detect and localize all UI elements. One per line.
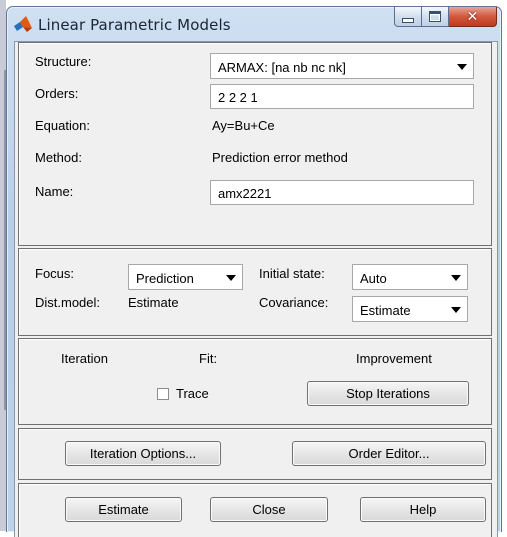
focus-value: Prediction bbox=[136, 271, 194, 286]
estimate-button[interactable]: Estimate bbox=[65, 497, 182, 522]
iteration-options-button[interactable]: Iteration Options... bbox=[65, 441, 221, 466]
focus-label: Focus: bbox=[35, 266, 75, 281]
initial-state-label: Initial state: bbox=[259, 266, 325, 281]
equation-value: Ay=Bu+Ce bbox=[212, 118, 275, 133]
order-editor-button[interactable]: Order Editor... bbox=[292, 441, 486, 466]
orders-field[interactable]: 2 2 2 1 bbox=[210, 84, 474, 109]
matlab-icon bbox=[13, 15, 33, 33]
tools-panel: Iteration Options... Order Editor... bbox=[18, 428, 492, 480]
focus-select[interactable]: Prediction bbox=[128, 264, 243, 290]
maximize-button[interactable] bbox=[422, 7, 449, 27]
maximize-icon bbox=[429, 11, 441, 22]
close-icon: ✕ bbox=[466, 8, 479, 25]
window-title: Linear Parametric Models bbox=[38, 16, 231, 34]
covariance-value: Estimate bbox=[360, 303, 411, 318]
actions-panel: Estimate Close Help bbox=[18, 483, 492, 537]
equation-label: Equation: bbox=[35, 118, 90, 133]
method-label: Method: bbox=[35, 150, 82, 165]
client-area: Structure: ARMAX: [na nb nc nk] Orders: … bbox=[14, 41, 498, 537]
structure-label: Structure: bbox=[35, 54, 92, 69]
title-bar[interactable]: Linear Parametric Models ✕ bbox=[7, 7, 501, 41]
structure-select[interactable]: ARMAX: [na nb nc nk] bbox=[210, 53, 474, 79]
iteration-panel: Iteration Fit: Improvement Trace Stop It… bbox=[18, 338, 492, 425]
minimize-button[interactable] bbox=[394, 7, 422, 27]
structure-value: ARMAX: [na nb nc nk] bbox=[218, 60, 346, 75]
close-window-button[interactable]: ✕ bbox=[449, 7, 497, 27]
name-label: Name: bbox=[35, 184, 74, 199]
trace-label: Trace bbox=[176, 386, 209, 401]
improvement-label: Improvement bbox=[356, 351, 432, 366]
iteration-label: Iteration bbox=[61, 351, 108, 366]
dist-model-label: Dist.model: bbox=[35, 295, 101, 310]
close-button[interactable]: Close bbox=[210, 497, 328, 522]
method-value: Prediction error method bbox=[212, 150, 348, 165]
caption-buttons: ✕ bbox=[394, 7, 497, 29]
initial-state-value: Auto bbox=[360, 271, 387, 286]
chevron-down-icon bbox=[451, 275, 461, 281]
covariance-select[interactable]: Estimate bbox=[352, 296, 468, 322]
dist-model-value: Estimate bbox=[128, 295, 179, 310]
model-structure-panel: Structure: ARMAX: [na nb nc nk] Orders: … bbox=[18, 42, 492, 246]
orders-label: Orders: bbox=[35, 86, 79, 101]
estimation-options-panel: Focus: Prediction Initial state: Auto Di… bbox=[18, 248, 492, 336]
name-field[interactable]: amx2221 bbox=[210, 180, 474, 205]
chevron-down-icon bbox=[451, 307, 461, 313]
help-button[interactable]: Help bbox=[360, 497, 486, 522]
initial-state-select[interactable]: Auto bbox=[352, 264, 468, 290]
stop-iterations-button[interactable]: Stop Iterations bbox=[307, 381, 469, 406]
fit-label: Fit: bbox=[199, 351, 218, 366]
trace-checkbox[interactable] bbox=[157, 388, 169, 400]
chevron-down-icon bbox=[226, 275, 236, 281]
minimize-icon bbox=[402, 17, 414, 23]
chevron-down-icon bbox=[457, 64, 467, 70]
dialog-window: Linear Parametric Models ✕ Structure: AR… bbox=[6, 6, 502, 537]
covariance-label: Covariance: bbox=[259, 295, 329, 310]
